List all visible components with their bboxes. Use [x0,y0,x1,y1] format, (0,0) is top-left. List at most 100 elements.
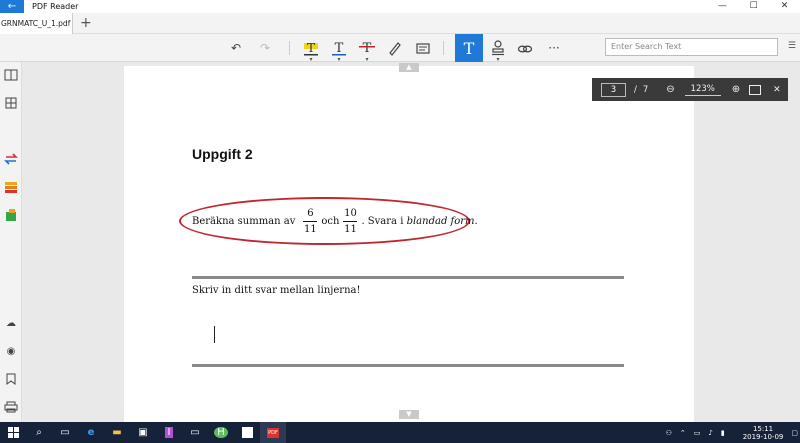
app-title: PDF Reader [32,2,79,11]
search-input[interactable]: Enter Search Text [605,38,778,56]
clock[interactable]: 15:11 2019-10-09 [735,425,784,441]
edge-button[interactable]: e [78,422,104,443]
bookmark-icon [6,373,16,385]
minimize-button[interactable]: — [707,0,738,13]
svg-text:T: T [307,41,315,55]
start-button[interactable] [0,422,26,443]
svg-text:T: T [363,41,372,56]
bookmark-button[interactable] [3,372,19,386]
textbox-icon [416,43,430,54]
fraction-2-numerator: 10 [344,207,357,219]
text-cursor-icon: T [463,38,475,58]
link-tool[interactable] [515,39,535,57]
store-button[interactable]: ▣ [130,422,156,443]
problem-end: . [474,215,478,227]
onenote-button[interactable]: I [156,422,182,443]
answer-instruction: Skriv in ditt svar mellan linjerna! [192,285,361,296]
underline-tool[interactable]: T ▾ [329,39,349,63]
problem-conjunction: och [321,215,340,227]
tools-button[interactable] [3,208,19,222]
highlight-tool[interactable]: T ▾ [301,39,321,63]
zoom-level[interactable]: 123% [684,84,721,96]
fraction-1-denominator: 11 [304,223,317,235]
view-mode-button[interactable]: ◉ [3,344,19,358]
battery-icon[interactable]: ▮ [721,429,725,437]
menu-button[interactable]: ☰ [788,41,796,51]
page-total: 7 [642,84,649,95]
add-tab-button[interactable]: + [80,15,92,31]
pdf-app-icon: PDF [267,427,279,438]
grid-view-button[interactable] [3,96,19,110]
scroll-up-button[interactable]: ▲ [399,63,419,72]
chevron-down-icon: ▼ [406,410,412,418]
back-button[interactable]: ← [0,0,24,13]
organize-button[interactable] [3,180,19,194]
document-tab[interactable]: GRNMATC_U_1.pdf ✕ [0,13,73,34]
zoom-in-icon: ⊕ [731,84,741,95]
scroll-down-button[interactable]: ▼ [399,410,419,419]
problem-statement: Beräkna summan av 6 11 och 10 11 . Svara… [192,204,478,238]
pdf-app-button[interactable]: PDF [260,422,286,443]
pen-icon [389,42,401,56]
search-button[interactable]: ⌕ [26,422,52,443]
eye-icon: ◉ [6,345,16,357]
fraction-1: 6 11 [303,208,318,235]
convert-button[interactable] [3,152,19,166]
problem-prefix: Beräkna summan av [192,215,296,227]
strikethrough-tool[interactable]: T ▾ [357,39,377,63]
network-icon[interactable]: ▭ [694,429,701,437]
chevron-down-icon: ▾ [309,56,313,63]
page-navigator: 3 / 7 ⊖ 123% ⊕ ✕ [592,78,788,101]
fraction-2-denominator: 11 [344,223,357,235]
stamp-tool[interactable]: ▾ [488,39,508,63]
print-button[interactable] [3,400,19,414]
thumbnails-button[interactable] [3,68,19,82]
stamp-icon [492,40,504,56]
pdf-page[interactable]: ▲ Uppgift 2 Beräkna summan av 6 11 och 1… [124,63,694,422]
chevron-up-icon[interactable]: ⌃ [680,429,686,437]
printer-icon [4,401,18,413]
redo-button[interactable]: ↷ [255,39,275,57]
toolbar-divider [289,41,290,55]
cloud-icon: ☁ [6,317,16,329]
maximize-button[interactable]: ☐ [738,0,769,13]
left-rail: ☁ ◉ [0,62,22,422]
white-app-icon [241,427,253,438]
textbox-tool[interactable] [413,39,433,57]
close-window-button[interactable]: ✕ [769,0,800,13]
tab-label: GRNMATC_U_1.pdf [1,19,71,28]
chevron-down-icon: ▾ [496,56,500,63]
white-app-button[interactable] [234,422,260,443]
volume-icon[interactable]: ♪ [708,429,712,437]
file-explorer-button[interactable]: ▬ [104,422,130,443]
zoom-out-button[interactable]: ⊖ [666,84,674,95]
toolbox-icon [6,209,16,221]
windows-logo-icon [7,427,19,438]
more-tools-button[interactable]: ··· [544,39,564,57]
text-tool-active[interactable]: T [455,34,483,62]
link-icon [517,45,533,53]
system-tray: ⚇ ⌃ ▭ ♪ ▮ 15:11 2019-10-09 ▢ [658,422,798,443]
window-icon: ▭ [190,427,200,438]
app-window-button[interactable]: ▭ [182,422,208,443]
zoom-in-button[interactable]: ⊕ [732,84,740,95]
highlight-icon: T [304,41,318,56]
cloud-button[interactable]: ☁ [3,316,19,330]
fit-page-icon[interactable] [749,84,762,95]
onenote-icon: I [164,427,174,438]
strikethrough-icon: T [359,41,375,56]
text-cursor[interactable] [214,326,215,343]
page-number-input[interactable]: 3 [601,82,626,97]
task-view-icon: ▭ [60,427,70,438]
notifications-icon[interactable]: ▢ [791,429,798,437]
convert-icon [4,153,18,165]
task-view-button[interactable]: ▭ [52,422,78,443]
problem-emphasis: blandad form [406,215,475,227]
window-controls: — ☐ ✕ [707,0,800,13]
close-navigator-button[interactable]: ✕ [773,85,781,95]
green-app-button[interactable]: H [208,422,234,443]
people-icon[interactable]: ⚇ [666,429,672,437]
undo-button[interactable]: ↶ [226,39,246,57]
freehand-tool[interactable] [385,39,405,57]
edge-icon: e [87,427,95,438]
